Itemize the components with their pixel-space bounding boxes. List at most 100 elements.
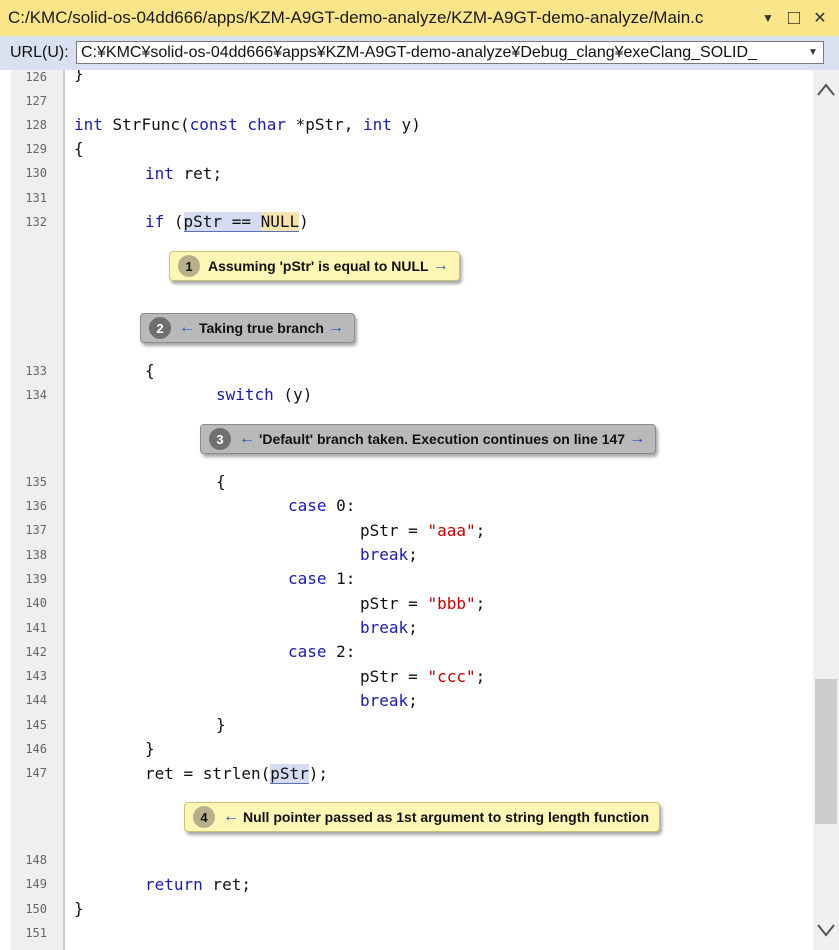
window-title: C:/KMC/solid-os-04dd666/apps/KZM-A9GT-de… bbox=[8, 8, 704, 27]
code-line: } bbox=[74, 70, 84, 84]
scroll-down-icon[interactable] bbox=[816, 918, 836, 942]
url-combobox[interactable]: C:¥KMC¥solid-os-04dd666¥apps¥KZM-A9GT-de… bbox=[76, 41, 824, 64]
code-text: { bbox=[74, 139, 84, 158]
next-step-arrow-icon[interactable]: → bbox=[629, 430, 645, 448]
code-text: (y) bbox=[273, 385, 313, 404]
code-line: break; bbox=[360, 545, 418, 565]
path-annotation: 3 ← 'Default' branch taken. Execution co… bbox=[200, 424, 657, 454]
prev-step-arrow-icon[interactable]: ← bbox=[223, 808, 239, 826]
code-line: } bbox=[216, 715, 226, 735]
annotation-text: 'Default' branch taken. Execution contin… bbox=[259, 431, 626, 447]
code-text: } bbox=[145, 739, 155, 758]
code-line: case 2: bbox=[288, 642, 355, 662]
vertical-scrollbar[interactable] bbox=[813, 70, 839, 950]
code-text: ( bbox=[164, 212, 184, 231]
highlighted-argument: pStr bbox=[270, 764, 309, 784]
string-literal: "ccc" bbox=[427, 667, 476, 686]
url-bar: URL(U): C:¥KMC¥solid-os-04dd666¥apps¥KZM… bbox=[0, 36, 839, 70]
code-text: } bbox=[216, 715, 226, 734]
gutter-divider bbox=[63, 70, 65, 950]
code-line: { bbox=[145, 361, 155, 381]
line-number: 127 bbox=[25, 94, 47, 108]
code-line: pStr = "aaa"; bbox=[360, 521, 485, 541]
code-line: pStr = "ccc"; bbox=[360, 667, 485, 687]
line-number: 150 bbox=[25, 902, 47, 916]
url-input[interactable]: C:¥KMC¥solid-os-04dd666¥apps¥KZM-A9GT-de… bbox=[81, 44, 757, 62]
highlighted-expression: pStr == bbox=[183, 212, 261, 232]
code-line: switch (y) bbox=[216, 385, 312, 405]
code-text: y) bbox=[391, 115, 421, 134]
code-line: { bbox=[216, 472, 226, 492]
source-viewer: 126 127 128 129 130 131 132 133 134 135 … bbox=[0, 70, 839, 950]
next-step-arrow-icon[interactable]: → bbox=[433, 257, 449, 275]
line-number: 126 bbox=[25, 70, 47, 84]
keyword: const bbox=[189, 115, 238, 134]
code-text: 0: bbox=[326, 496, 356, 515]
close-button[interactable]: ✕ bbox=[808, 6, 832, 30]
code-text: ret = strlen( bbox=[145, 764, 271, 783]
window-menu-button[interactable]: ▼ bbox=[756, 6, 780, 30]
line-number: 130 bbox=[25, 166, 47, 180]
scrollbar-thumb[interactable] bbox=[815, 679, 837, 824]
keyword: int bbox=[74, 115, 103, 134]
keyword: char bbox=[247, 115, 286, 134]
line-number: 146 bbox=[25, 742, 47, 756]
highlighted-null: NULL bbox=[260, 212, 300, 232]
url-dropdown-arrow-icon[interactable]: ▼ bbox=[805, 44, 821, 61]
code-text: ret; bbox=[173, 164, 223, 183]
code-text: ; bbox=[475, 594, 486, 613]
code-text: pStr = bbox=[360, 667, 428, 686]
code-text: } bbox=[74, 70, 84, 83]
maximize-button[interactable]: □ bbox=[782, 6, 806, 30]
code-text: ; bbox=[408, 618, 418, 637]
line-number: 148 bbox=[25, 853, 47, 867]
line-number: 140 bbox=[25, 596, 47, 610]
code-text: ; bbox=[408, 691, 418, 710]
keyword: int bbox=[145, 164, 174, 183]
code-text: ret; bbox=[202, 875, 251, 894]
code-line: { bbox=[74, 139, 84, 159]
code-text: ; bbox=[475, 521, 486, 540]
scroll-up-icon[interactable] bbox=[816, 78, 836, 102]
line-number: 131 bbox=[25, 191, 47, 205]
keyword: break bbox=[360, 618, 409, 637]
line-number: 133 bbox=[25, 364, 47, 378]
line-number: 129 bbox=[25, 142, 47, 156]
keyword: break bbox=[360, 691, 409, 710]
code-text: pStr = bbox=[360, 594, 428, 613]
line-number: 139 bbox=[25, 572, 47, 586]
code-line: if (pStr == NULL) bbox=[145, 212, 309, 232]
line-number: 138 bbox=[25, 548, 47, 562]
keyword: switch bbox=[216, 385, 274, 404]
url-label: URL(U): bbox=[10, 44, 69, 61]
keyword: return bbox=[145, 875, 203, 894]
code-line: pStr = "bbb"; bbox=[360, 594, 485, 614]
prev-step-arrow-icon[interactable]: ← bbox=[179, 319, 195, 337]
line-number: 136 bbox=[25, 499, 47, 513]
line-number: 144 bbox=[25, 693, 47, 707]
step-number-badge: 3 bbox=[209, 428, 231, 450]
code-text: 1: bbox=[326, 569, 356, 588]
code-line: } bbox=[74, 899, 84, 919]
title-bar: C:/KMC/solid-os-04dd666/apps/KZM-A9GT-de… bbox=[0, 0, 839, 36]
code-text: ; bbox=[408, 545, 418, 564]
line-number: 135 bbox=[25, 475, 47, 489]
keyword: if bbox=[145, 212, 165, 231]
line-number: 128 bbox=[25, 118, 47, 132]
line-number: 137 bbox=[25, 523, 47, 537]
annotation-text: Assuming 'pStr' is equal to NULL bbox=[208, 258, 429, 274]
next-step-arrow-icon[interactable]: → bbox=[328, 319, 344, 337]
code-line: ret = strlen(pStr); bbox=[145, 764, 328, 784]
line-number: 149 bbox=[25, 877, 47, 891]
line-number: 142 bbox=[25, 645, 47, 659]
code-text: { bbox=[216, 472, 226, 491]
keyword: case bbox=[288, 496, 327, 515]
annotation-text: Null pointer passed as 1st argument to s… bbox=[243, 809, 650, 825]
line-number: 143 bbox=[25, 669, 47, 683]
code-text: 2: bbox=[326, 642, 356, 661]
code-line: return ret; bbox=[145, 875, 251, 895]
line-number: 151 bbox=[25, 926, 47, 940]
prev-step-arrow-icon[interactable]: ← bbox=[239, 430, 255, 448]
keyword: int bbox=[363, 115, 392, 134]
code-line: int ret; bbox=[145, 164, 222, 184]
